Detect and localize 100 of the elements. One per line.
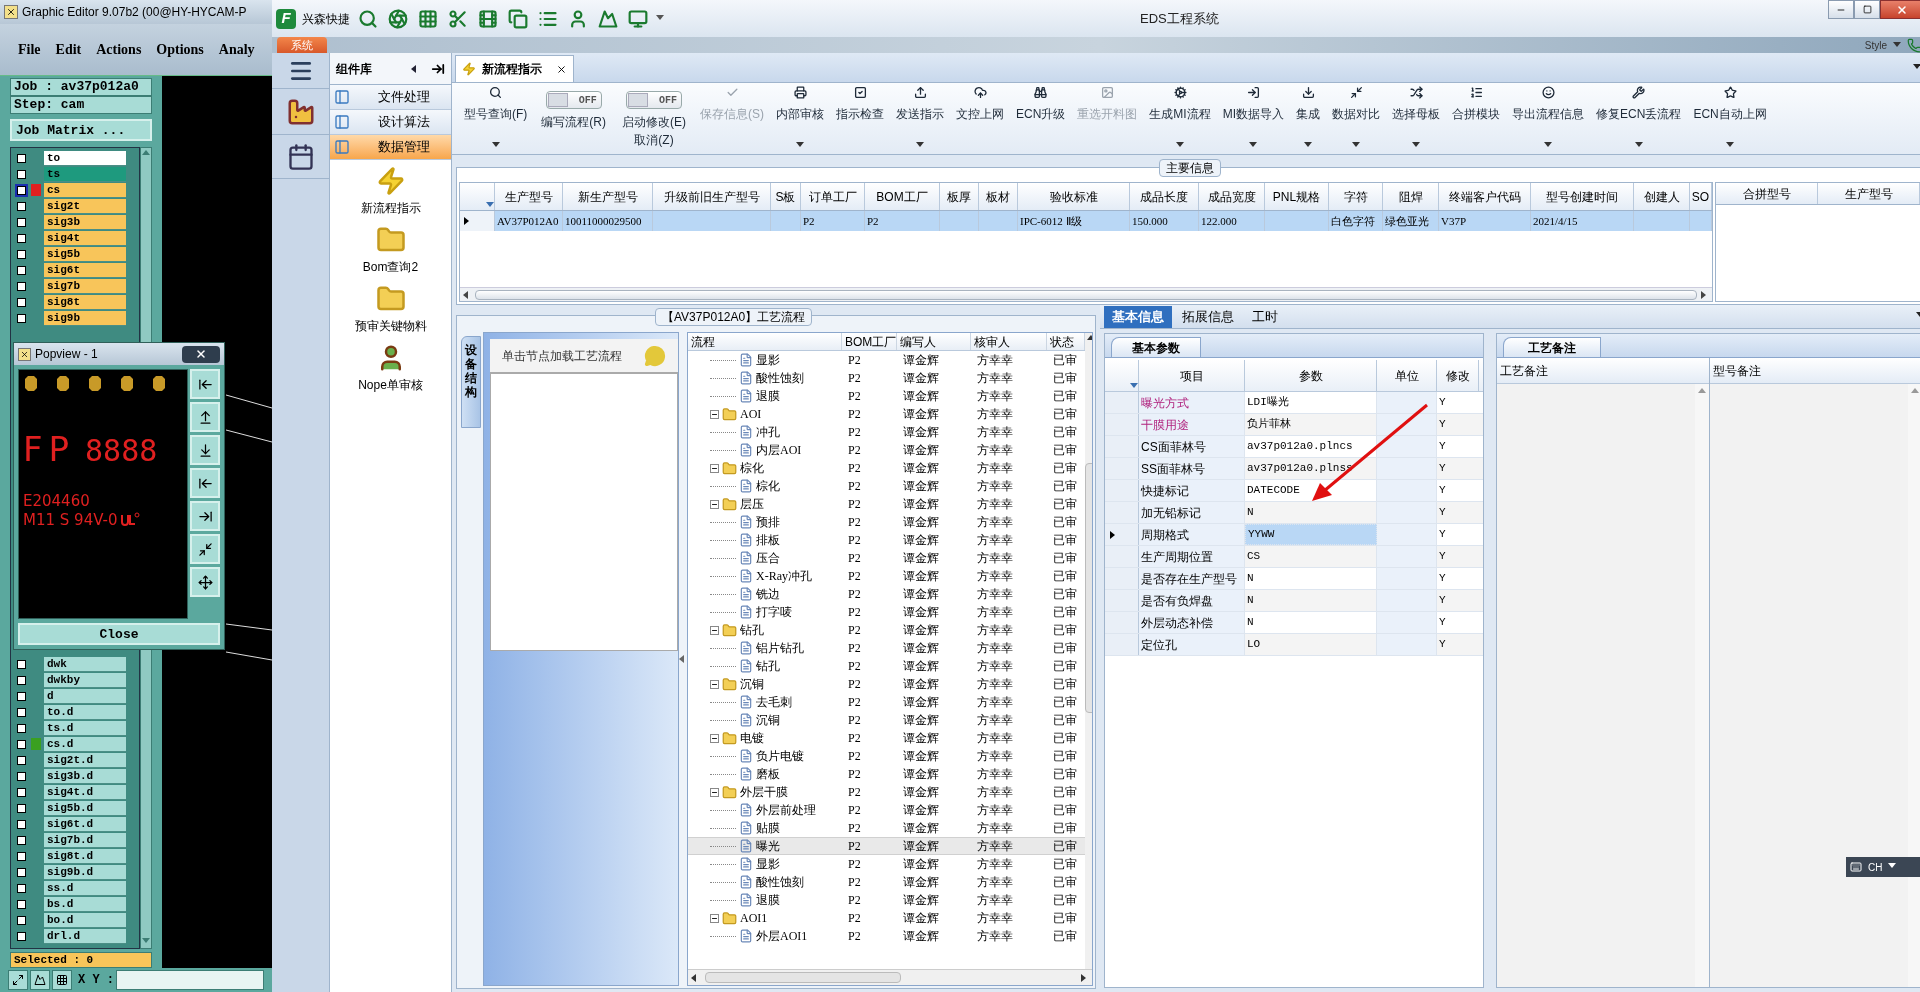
table-cell-text: 已审 xyxy=(1053,550,1077,567)
table-cell-text: SS面菲林号 xyxy=(1141,460,1205,478)
table-cell-text: 已审 xyxy=(1053,460,1077,477)
tree-label: 显影 xyxy=(756,352,780,369)
table-cell-text: 方幸幸 xyxy=(977,766,1013,783)
table-cell-text: P2 xyxy=(848,586,861,603)
table-cell-text: 方幸幸 xyxy=(977,568,1013,585)
tree-label: 预排 xyxy=(756,514,780,531)
window-title: EDS工程系统 xyxy=(1140,9,1220,28)
table-cell-text: 谭金辉 xyxy=(903,802,939,819)
table-cell-text: 方幸幸 xyxy=(977,388,1013,405)
table-cell-text: P2 xyxy=(848,820,861,837)
table-cell-text: 白色字符 xyxy=(1331,213,1375,229)
table-cell-text: 谭金辉 xyxy=(903,550,939,567)
tree-label: 电镀 xyxy=(740,730,764,747)
tree-label: 退膜 xyxy=(756,892,780,909)
table-cell-text: 谭金辉 xyxy=(903,604,939,621)
tree-label: 去毛刺 xyxy=(756,694,792,711)
table-cell-text: P2 xyxy=(867,213,879,229)
step-label: Step: cam xyxy=(10,96,152,114)
table-cell-text: 方幸幸 xyxy=(977,892,1013,909)
table-cell-text: 定位孔 xyxy=(1141,636,1177,654)
tree-label: 排板 xyxy=(756,532,780,549)
table-cell-text: N xyxy=(1247,571,1254,587)
table-cell-text: 谭金辉 xyxy=(903,370,939,387)
table-cell-text: 谭金辉 xyxy=(903,442,939,459)
table-cell-text: 方幸幸 xyxy=(977,532,1013,549)
table-cell-text: Y xyxy=(1439,505,1446,521)
table-cell-text: P2 xyxy=(848,388,861,405)
table-cell-text: CS xyxy=(1247,549,1261,565)
table-cell-text: P2 xyxy=(848,622,861,639)
tree-label: 退膜 xyxy=(756,388,780,405)
table-cell-text: P2 xyxy=(803,213,815,229)
table-cell-text: 已审 xyxy=(1053,568,1077,585)
quick-access-label: 兴森快捷 xyxy=(302,10,350,28)
tree-label: 内层AOI xyxy=(756,442,802,459)
table-cell-text: 谭金辉 xyxy=(903,478,939,495)
table-cell-text: 已审 xyxy=(1053,586,1077,603)
table-cell-text: N xyxy=(1247,593,1254,609)
table-cell-text: P2 xyxy=(848,748,861,765)
table-cell-text: 曝光方式 xyxy=(1141,394,1189,412)
table-cell-text: P2 xyxy=(848,352,861,369)
table-cell-text: 谭金辉 xyxy=(903,586,939,603)
table-cell-text: N xyxy=(1247,615,1254,631)
table-cell-text: V37P xyxy=(1441,213,1467,229)
table-cell-text: 方幸幸 xyxy=(977,802,1013,819)
table-cell-text: P2 xyxy=(848,424,861,441)
table-cell-text: 已审 xyxy=(1053,712,1077,729)
table-cell-text: 谭金辉 xyxy=(903,388,939,405)
table-cell-text: 谭金辉 xyxy=(903,406,939,423)
table-cell-text: 已审 xyxy=(1053,514,1077,531)
silkscreen-text: FP xyxy=(23,432,76,466)
table-cell-text: 已审 xyxy=(1053,640,1077,657)
table-cell-text: 方幸幸 xyxy=(977,730,1013,747)
table-cell-text: 方幸幸 xyxy=(977,586,1013,603)
table-cell-text: 谭金辉 xyxy=(903,856,939,873)
table-cell-text: 外层动态补偿 xyxy=(1141,614,1213,632)
table-cell-text: 谭金辉 xyxy=(903,928,939,945)
table-cell-text: P2 xyxy=(848,442,861,459)
table-cell-text: 方幸幸 xyxy=(977,748,1013,765)
table-cell-text: 已审 xyxy=(1053,370,1077,387)
table-cell-text: P2 xyxy=(848,550,861,567)
table-cell-text: 谭金辉 xyxy=(903,676,939,693)
table-cell-text: DATECODE xyxy=(1247,483,1300,499)
table-cell-text: 已审 xyxy=(1053,388,1077,405)
table-cell-text: 方幸幸 xyxy=(977,694,1013,711)
tree-label: 酸性蚀刻 xyxy=(756,874,804,891)
table-cell: 已审 xyxy=(1053,838,1077,854)
table-cell-text: 方幸幸 xyxy=(977,496,1013,513)
table-cell-text: IPC-6012 Ⅱ级 xyxy=(1020,213,1082,229)
table-cell-text: 谭金辉 xyxy=(903,766,939,783)
table-cell-text: 是否有负焊盘 xyxy=(1141,592,1213,610)
table-cell-text: 已审 xyxy=(1053,442,1077,459)
tree-label: 外层AOI1 xyxy=(756,928,808,945)
tree-label: 铣边 xyxy=(756,586,780,603)
table-cell-text: P2 xyxy=(848,784,861,801)
app-logo: F xyxy=(276,8,296,29)
tree-label: 负片电镀 xyxy=(756,748,804,765)
table-cell-text: AV37P012A0 xyxy=(497,213,559,229)
table-cell-text: P2 xyxy=(848,658,861,675)
table-cell-text: 谭金辉 xyxy=(903,748,939,765)
table-cell-text: 快捷标记 xyxy=(1141,482,1189,500)
tree-label: 酸性蚀刻 xyxy=(756,370,804,387)
tree-label: 外层干膜 xyxy=(740,784,788,801)
table-cell-text: P2 xyxy=(848,406,861,423)
table-cell-text: 10011000029500 xyxy=(565,213,642,229)
table-cell-text: 方幸幸 xyxy=(977,622,1013,639)
table-cell-text: 谭金辉 xyxy=(903,424,939,441)
xy-label: X Y : xyxy=(78,972,114,989)
tree-label: 层压 xyxy=(740,496,764,513)
table-cell-text: Y xyxy=(1439,483,1446,499)
table-cell-text: P2 xyxy=(848,874,861,891)
table-cell-text: 负片菲林 xyxy=(1247,417,1291,433)
table-cell-text: P2 xyxy=(848,730,861,747)
table-cell-text: P2 xyxy=(848,676,861,693)
table-cell-text: 已审 xyxy=(1053,478,1077,495)
table-cell-text: 谭金辉 xyxy=(903,694,939,711)
tree-label: AOI xyxy=(740,406,762,423)
table-cell-text: 谭金辉 xyxy=(903,514,939,531)
tree-label: 铝片钻孔 xyxy=(756,640,804,657)
